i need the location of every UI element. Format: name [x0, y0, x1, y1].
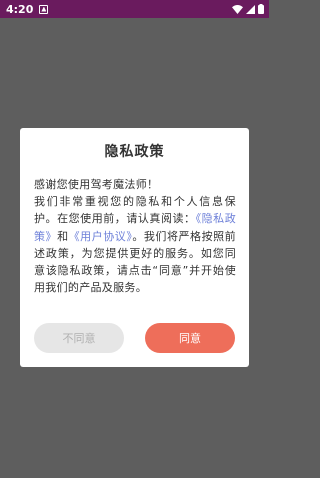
dialog-body: 感谢您使用驾考魔法师！ 我们非常重视您的隐私和个人信息保护。在您使用前，请认真阅…	[34, 176, 236, 296]
user-agreement-link[interactable]: 《用户协议》	[69, 230, 133, 243]
agree-button[interactable]: 同意	[145, 323, 235, 353]
notification-icon	[39, 4, 49, 14]
status-bar: 4:20	[0, 0, 269, 18]
privacy-policy-dialog: 隐私政策 感谢您使用驾考魔法师！ 我们非常重视您的隐私和个人信息保护。在您使用前…	[20, 128, 249, 367]
wifi-icon	[232, 4, 243, 14]
greeting-text: 感谢您使用驾考魔法师！	[34, 178, 159, 191]
signal-icon	[246, 4, 255, 14]
battery-icon	[258, 4, 264, 14]
dialog-title: 隐私政策	[104, 144, 165, 160]
disagree-button[interactable]: 不同意	[34, 323, 124, 353]
status-time: 4:20	[6, 2, 34, 16]
status-icons	[232, 4, 264, 14]
and-text: 和	[57, 229, 69, 243]
